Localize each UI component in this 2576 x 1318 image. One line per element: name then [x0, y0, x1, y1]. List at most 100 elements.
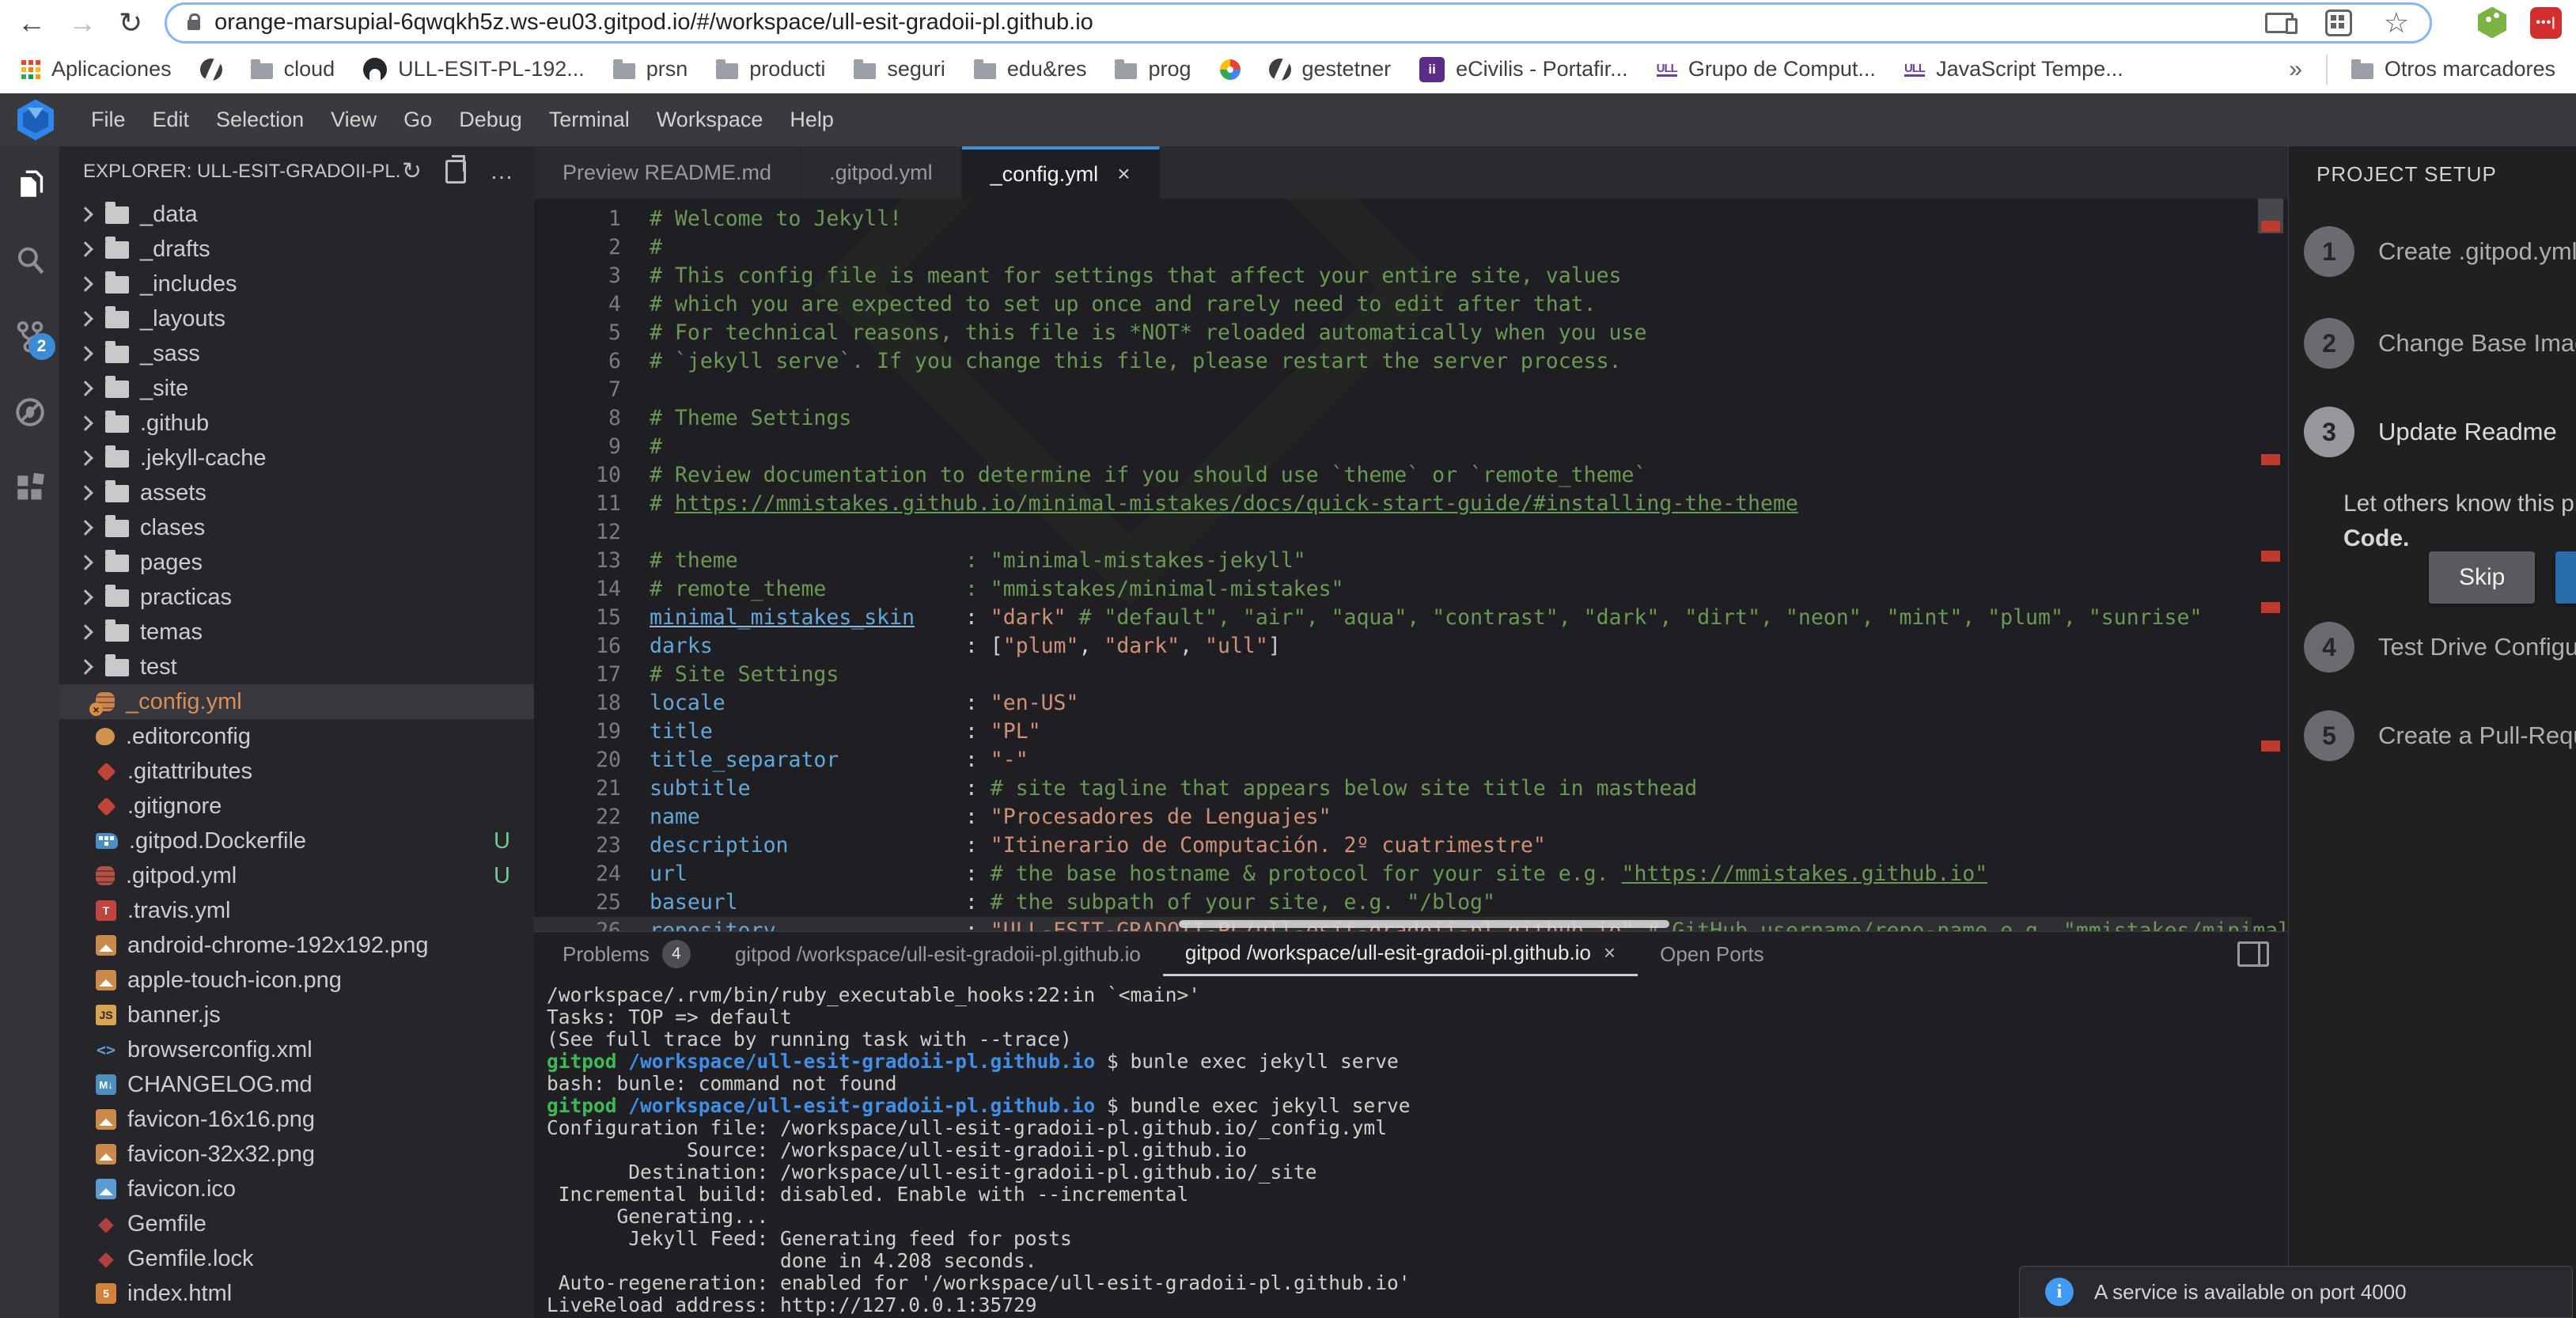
tree-item[interactable]: .gitattributes	[59, 754, 534, 789]
close-tab-icon[interactable]: ×	[1117, 161, 1130, 187]
tree-item[interactable]: .editorconfig	[59, 719, 534, 754]
menu-selection[interactable]: Selection	[203, 108, 317, 132]
reload-icon[interactable]: ↻	[119, 8, 142, 37]
code-line[interactable]: 1 # Welcome to Jekyll!	[534, 205, 2252, 233]
code-line[interactable]: 25 baseurl : # the subpath of your site, …	[534, 888, 2252, 917]
tree-item[interactable]: T .travis.yml	[59, 893, 534, 928]
tree-item[interactable]: android-chrome-192x192.png	[59, 928, 534, 963]
tab-terminal-2[interactable]: gitpod /workspace/ull-esit-gradoii-pl.gi…	[1162, 932, 1638, 976]
tab-gitpod-yml[interactable]: .gitpod.yml	[801, 146, 962, 199]
tab-problems[interactable]: Problems 4	[540, 932, 713, 976]
tree-item[interactable]: 5 index.html	[59, 1276, 534, 1311]
url-text[interactable]: orange-marsupial-6qwqkh5z.ws-eu03.gitpod…	[214, 9, 2251, 36]
tree-item[interactable]: temas	[59, 615, 534, 650]
tree-item[interactable]: .gitpod.Dockerfile U	[59, 824, 534, 858]
more-actions-icon[interactable]: …	[490, 160, 513, 184]
extension-green-icon[interactable]	[2478, 6, 2506, 39]
code-line[interactable]: 22 name : "Procesadores de Lenguajes"	[534, 803, 2252, 831]
code-line[interactable]: 10 # Review documentation to determine if…	[534, 461, 2252, 490]
code-line[interactable]: 12	[534, 518, 2252, 547]
tree-item[interactable]: _layouts	[59, 301, 534, 336]
bookmark-item[interactable]: ii eCivilis - Portafir...	[1419, 56, 1628, 82]
source-control-icon[interactable]: 2	[13, 319, 55, 360]
toggle-panel-icon[interactable]	[2237, 941, 2269, 967]
menu-file[interactable]: File	[78, 108, 139, 132]
forward-icon[interactable]: →	[68, 8, 97, 37]
tree-item[interactable]: apple-touch-icon.png	[59, 963, 534, 998]
tree-item[interactable]: .gitignore	[59, 789, 534, 824]
tab-open-ports[interactable]: Open Ports	[1638, 932, 1786, 976]
step-test-drive-configuration[interactable]: 4 Test Drive Configuration	[2304, 622, 2576, 672]
tree-item[interactable]: ◆ Gemfile.lock	[59, 1241, 534, 1276]
code-line[interactable]: 3 # This config file is meant for setting…	[534, 262, 2252, 290]
tree-item[interactable]: favicon-32x32.png	[59, 1137, 534, 1172]
tree-item[interactable]: _sass	[59, 336, 534, 371]
tree-item[interactable]: pages	[59, 545, 534, 580]
address-bar[interactable]: orange-marsupial-6qwqkh5z.ws-eu03.gitpod…	[165, 2, 2432, 44]
bookmark-item[interactable]: prsn	[612, 57, 688, 81]
code-line[interactable]: 4 # which you are expected to set up once…	[534, 290, 2252, 319]
code-line[interactable]: 23 description : "Itinerario de Computaci…	[534, 831, 2252, 860]
tree-item[interactable]: .github	[59, 406, 534, 441]
device-toolbar-icon[interactable]	[2264, 12, 2298, 34]
code-line[interactable]: 13 # theme : "minimal-mistakes-jekyll"	[534, 547, 2252, 575]
bookmark-item[interactable]	[1219, 59, 1241, 80]
menu-debug[interactable]: Debug	[445, 108, 536, 132]
tab-groups-icon[interactable]	[2324, 9, 2352, 36]
tree-item[interactable]: M↓ CHANGELOG.md	[59, 1067, 534, 1102]
menu-workspace[interactable]: Workspace	[643, 108, 777, 132]
code-line[interactable]: 20 title_separator : "-"	[534, 746, 2252, 775]
tree-item[interactable]: _drafts	[59, 232, 534, 267]
tree-item[interactable]: favicon-16x16.png	[59, 1102, 534, 1137]
menu-help[interactable]: Help	[776, 108, 847, 132]
tree-item[interactable]: _includes	[59, 267, 534, 301]
bookmark-item[interactable]: Aplicaciones	[21, 57, 172, 81]
step-create-pull-request[interactable]: 5 Create a Pull-Request	[2304, 710, 2576, 761]
code-line[interactable]: 16 darks : ["plum", "dark", "ull"]	[534, 632, 2252, 661]
code-line[interactable]: 9 #	[534, 433, 2252, 461]
bookmark-item[interactable]: producti	[716, 57, 825, 81]
tree-item[interactable]: _config.yml	[59, 684, 534, 719]
code-line[interactable]: 2 #	[534, 233, 2252, 262]
bookmark-item[interactable]: seguri	[854, 57, 945, 81]
menu-view[interactable]: View	[317, 108, 390, 132]
update-button[interactable]: Update	[2555, 551, 2576, 604]
tree-item[interactable]: ◆ Gemfile	[59, 1206, 534, 1241]
back-icon[interactable]: ←	[17, 8, 46, 37]
bookmark-item[interactable]: ULL Grupo de Comput...	[1656, 57, 1876, 81]
code-line[interactable]: 19 title : "PL"	[534, 718, 2252, 746]
step-update-readme[interactable]: 3 Update Readme	[2304, 407, 2557, 457]
tree-item[interactable]: assets	[59, 475, 534, 510]
code-line[interactable]: 18 locale : "en-US"	[534, 689, 2252, 718]
tree-item[interactable]: practicas	[59, 580, 534, 615]
bookmark-item[interactable]: gestetner	[1268, 57, 1391, 81]
code-line[interactable]: 14 # remote_theme : "mmistakes/minimal-mi…	[534, 575, 2252, 604]
code-line[interactable]: 24 url : # the base hostname & protocol f…	[534, 860, 2252, 888]
tab-terminal-1[interactable]: gitpod /workspace/ull-esit-gradoii-pl.gi…	[713, 932, 1163, 976]
tab-config-yml[interactable]: _config.yml ×	[961, 146, 1160, 199]
code-line[interactable]: 21 subtitle : # site tagline that appears…	[534, 775, 2252, 803]
other-bookmarks-folder[interactable]: Otros marcadores	[2351, 57, 2555, 81]
debug-disabled-icon[interactable]	[13, 395, 47, 430]
tree-item[interactable]: .jekyll-cache	[59, 441, 534, 475]
menu-terminal[interactable]: Terminal	[536, 108, 643, 132]
menu-go[interactable]: Go	[390, 108, 445, 132]
bookmark-item[interactable]	[199, 58, 222, 81]
files-icon[interactable]	[13, 167, 47, 202]
close-terminal-icon[interactable]: ×	[1604, 941, 1616, 965]
bookmark-item[interactable]: ULL JavaScript Tempe...	[1904, 57, 2123, 81]
search-icon[interactable]	[13, 243, 47, 278]
code-line[interactable]: 5 # For technical reasons, this file is *…	[534, 319, 2252, 347]
code-line[interactable]: 6 # `jekyll serve`. If you change this fi…	[534, 347, 2252, 376]
tree-item[interactable]: _site	[59, 371, 534, 406]
editor-horizontal-scrollbar[interactable]	[1179, 920, 1669, 928]
tree-item[interactable]: JS banner.js	[59, 998, 534, 1032]
bookmark-item[interactable]: cloud	[250, 57, 335, 81]
bookmark-item[interactable]: edu&res	[973, 57, 1086, 81]
bookmark-item[interactable]: prog	[1115, 57, 1191, 81]
code-line[interactable]: 7	[534, 376, 2252, 404]
tree-item[interactable]: .gitpod.yml U	[59, 858, 534, 893]
code-line[interactable]: 17 # Site Settings	[534, 661, 2252, 689]
step-create-gitpod-yml[interactable]: 1 Create .gitpod.yml	[2304, 226, 2576, 277]
refresh-explorer-icon[interactable]: ↻	[402, 160, 422, 184]
